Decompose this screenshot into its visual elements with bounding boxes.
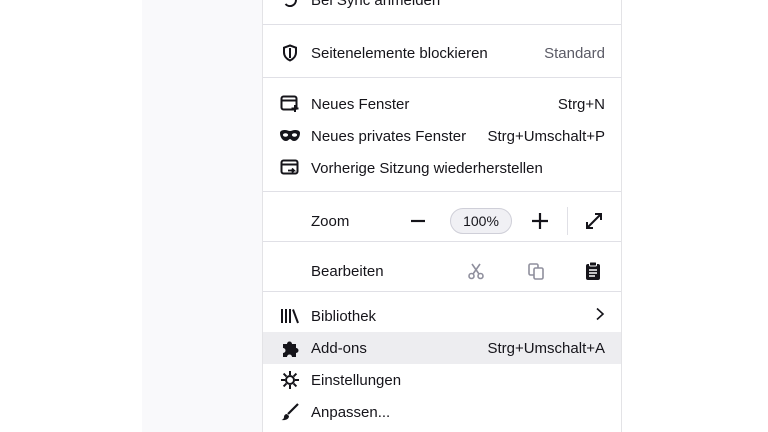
menu-item-tracking-protection[interactable]: Seitenelemente blockieren Standard	[263, 37, 621, 69]
paste-button[interactable]	[581, 258, 605, 284]
separator	[263, 241, 621, 242]
browser-background	[142, 0, 262, 432]
menu-item-sync[interactable]: Bei Sync anmelden	[263, 0, 621, 16]
edit-row: Bearbeiten	[263, 251, 621, 291]
zoom-in-button[interactable]	[527, 209, 553, 233]
separator	[263, 77, 621, 78]
shield-icon	[279, 42, 301, 64]
copy-icon	[528, 263, 544, 280]
menu-item-tracking-label: Seitenelemente blockieren	[311, 44, 488, 62]
scissors-icon	[468, 263, 484, 280]
menu-item-private-window-label: Neues privates Fenster	[311, 127, 467, 145]
zoom-reset-button[interactable]: 100%	[450, 208, 512, 234]
screen: Bei Sync anmelden Seitenelemente blockie…	[0, 0, 768, 432]
fullscreen-button[interactable]	[581, 208, 607, 234]
sync-icon	[279, 0, 301, 11]
private-window-shortcut: Strg+Umschalt+P	[487, 127, 605, 145]
minus-icon	[411, 219, 425, 223]
paintbrush-icon	[279, 401, 301, 423]
menu-item-library[interactable]: Bibliothek	[263, 300, 621, 332]
puzzle-piece-icon	[279, 337, 301, 359]
menu-item-private-window[interactable]: Neues privates Fenster Strg+Umschalt+P	[263, 120, 621, 152]
restore-session-icon	[279, 157, 301, 179]
menu-item-customize-label: Anpassen...	[311, 403, 391, 421]
addons-shortcut: Strg+Umschalt+A	[487, 339, 605, 357]
menu-item-restore-session[interactable]: Vorherige Sitzung wiederherstellen	[263, 152, 621, 184]
private-mask-icon	[279, 125, 301, 147]
edit-label: Bearbeiten	[311, 262, 384, 280]
library-icon	[279, 305, 301, 327]
plus-icon	[532, 213, 548, 229]
zoom-out-button[interactable]	[405, 209, 431, 233]
app-menu-panel: Bei Sync anmelden Seitenelemente blockie…	[262, 0, 622, 432]
chevron-right-icon	[595, 307, 605, 325]
menu-item-new-window[interactable]: Neues Fenster Strg+N	[263, 88, 621, 120]
menu-item-addons-label: Add-ons	[311, 339, 367, 357]
copy-button[interactable]	[524, 259, 548, 283]
fullscreen-icon	[586, 213, 602, 229]
separator	[263, 24, 621, 25]
edit-icon-placeholder	[279, 260, 301, 282]
separator	[263, 191, 621, 192]
clipboard-icon	[586, 261, 600, 280]
new-window-shortcut: Strg+N	[557, 95, 605, 113]
menu-item-restore-session-label: Vorherige Sitzung wiederherstellen	[311, 159, 543, 177]
tracking-status: Standard	[544, 44, 605, 62]
menu-item-settings-label: Einstellungen	[311, 371, 402, 389]
zoom-divider	[567, 207, 568, 235]
zoom-icon-placeholder	[279, 210, 301, 232]
cut-button[interactable]	[464, 259, 488, 283]
menu-item-sync-label: Bei Sync anmelden	[311, 0, 441, 9]
menu-item-customize[interactable]: Anpassen...	[263, 396, 621, 428]
gear-icon	[279, 369, 301, 391]
menu-item-settings[interactable]: Einstellungen	[263, 364, 621, 396]
menu-item-new-window-label: Neues Fenster	[311, 95, 410, 113]
menu-item-library-label: Bibliothek	[311, 307, 377, 325]
new-window-icon	[279, 93, 301, 115]
separator	[263, 291, 621, 292]
zoom-row: Zoom 100%	[263, 201, 621, 241]
menu-item-addons[interactable]: Add-ons Strg+Umschalt+A	[263, 332, 621, 364]
